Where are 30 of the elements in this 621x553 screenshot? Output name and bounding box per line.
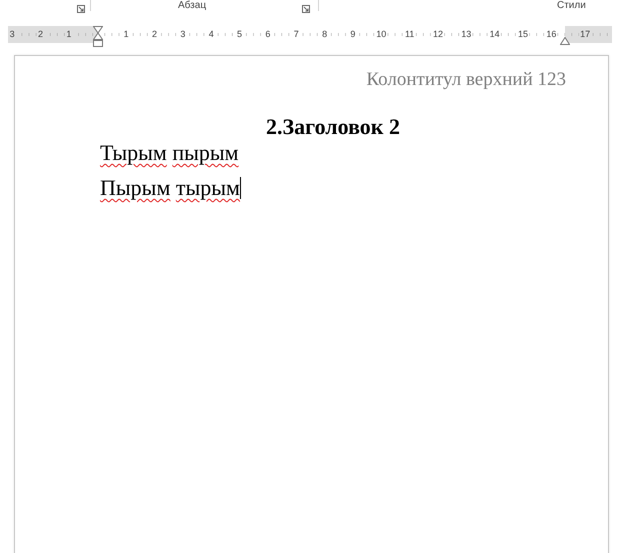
ruler-number: 17 [579,29,592,40]
group-label: Стили [557,0,586,11]
body-word: тырым [176,175,240,200]
ruler-number: 3 [8,29,16,40]
indent-marker-icon[interactable] [93,26,103,47]
ruler-number: 12 [432,29,444,40]
heading-text: 2.Заголовок 2 [265,114,401,140]
ruler-number: 1 [122,29,130,40]
body-word: пырым [172,140,239,165]
ruler-number: 13 [460,29,472,40]
right-indent-icon[interactable] [560,34,570,48]
body-word: Пырым [100,175,170,200]
page-header-text: Колонтитул верхний 123 [365,68,566,92]
ruler-number: 4 [208,29,215,40]
ruler-number: 2 [36,29,44,40]
ruler-number: 14 [488,29,501,40]
ruler-number: 16 [545,29,558,40]
ruler-number: 15 [516,29,529,40]
group-label: Абзац [178,0,206,11]
ruler-number: 9 [349,29,356,40]
ruler-number: 5 [236,29,244,40]
ruler-number: 8 [321,29,328,40]
ruler-number: 2 [151,29,158,40]
ruler-number: 6 [264,29,272,40]
body-word: Тырым [100,140,167,165]
ruler-number: 11 [404,29,416,40]
ruler-number: 1 [65,29,72,40]
ruler-number: 10 [375,29,388,40]
ruler-number: 7 [292,29,300,40]
ruler-number: 3 [179,29,186,40]
